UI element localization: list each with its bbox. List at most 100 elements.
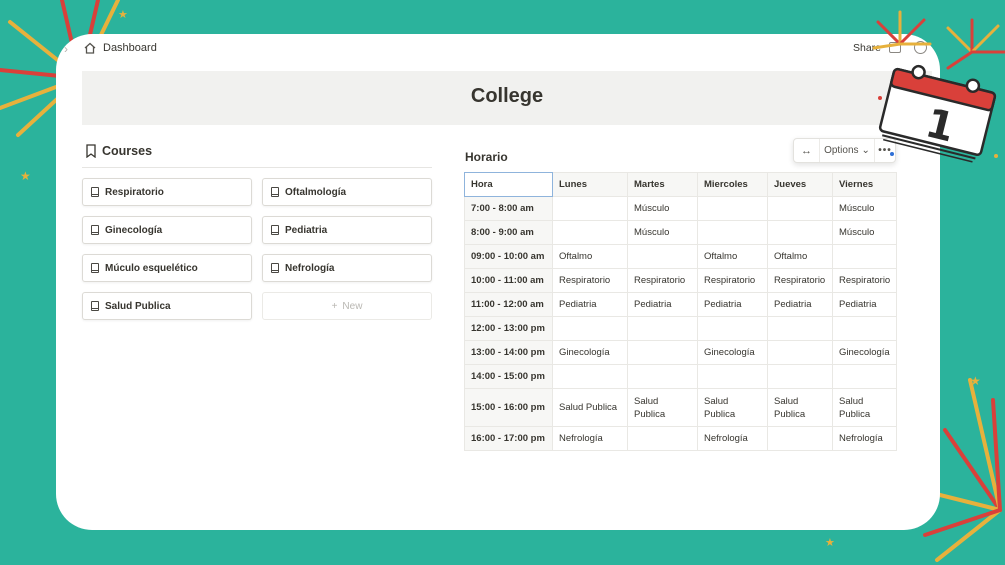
table-cell[interactable]: Respiratorio (697, 268, 768, 293)
column-header[interactable]: Hora (464, 172, 553, 197)
table-cell[interactable] (697, 220, 768, 245)
table-row: 12:00 - 13:00 pm (464, 316, 898, 341)
table-cell[interactable] (627, 426, 698, 451)
table-cell[interactable] (767, 364, 833, 389)
table-cell[interactable]: Nefrología (831, 426, 898, 451)
courses-heading: Courses (86, 144, 152, 158)
hour-cell[interactable]: 12:00 - 13:00 pm (464, 316, 553, 341)
svg-text:★: ★ (20, 169, 31, 183)
page-title: College (470, 85, 544, 107)
column-header[interactable]: Jueves (767, 172, 833, 197)
table-cell[interactable] (627, 316, 698, 341)
table-cell[interactable]: Nefrología (697, 426, 768, 451)
course-card[interactable]: Respiratorio (82, 178, 252, 206)
table-row: 14:00 - 15:00 pm (464, 364, 898, 389)
column-header[interactable]: Viernes (831, 172, 898, 197)
options-label: Options (824, 145, 859, 156)
column-header[interactable]: Lunes (552, 172, 628, 197)
table-cell[interactable]: Pediatria (627, 292, 698, 317)
hour-cell[interactable]: 8:00 - 9:00 am (464, 220, 553, 245)
table-cell[interactable] (767, 340, 833, 365)
table-cell[interactable]: Pediatria (697, 292, 768, 317)
table-cell[interactable] (627, 364, 698, 389)
hour-cell[interactable]: 16:00 - 17:00 pm (464, 426, 553, 451)
home-icon (84, 42, 96, 54)
table-cell[interactable]: Ginecología (831, 340, 898, 365)
table-cell[interactable] (627, 340, 698, 365)
table-row: 7:00 - 8:00 am Músculo Músculo (464, 196, 898, 221)
table-cell[interactable]: Salud Publica (831, 388, 898, 427)
hour-cell[interactable]: 09:00 - 10:00 am (464, 244, 553, 269)
table-cell[interactable]: Ginecología (552, 340, 628, 365)
table-cell[interactable] (552, 364, 628, 389)
back-arrow-icon[interactable]: › (64, 42, 68, 56)
table-cell[interactable]: Músculo (627, 220, 698, 245)
table-cell[interactable] (697, 316, 768, 341)
more-options-icon[interactable]: ••• (875, 139, 895, 162)
column-header[interactable]: Miercoles (697, 172, 768, 197)
hour-cell[interactable]: 7:00 - 8:00 am (464, 196, 553, 221)
bookmark-icon (86, 144, 96, 158)
table-cell[interactable] (831, 316, 898, 341)
table-cell[interactable] (767, 316, 833, 341)
table-cell[interactable] (767, 220, 833, 245)
table-cell[interactable]: Respiratorio (767, 268, 833, 293)
table-cell[interactable]: Salud Publica (697, 388, 768, 427)
share-button[interactable]: Share (853, 42, 881, 54)
table-cell[interactable] (767, 196, 833, 221)
hour-cell[interactable]: 10:00 - 11:00 am (464, 268, 553, 293)
table-cell[interactable]: Respiratorio (627, 268, 698, 293)
course-card[interactable]: Nefrología (262, 254, 432, 282)
table-cell[interactable]: Salud Publica (767, 388, 833, 427)
course-card-label: Respiratorio (105, 186, 164, 198)
table-cell[interactable] (552, 196, 628, 221)
course-card[interactable]: Múculo esquelético (82, 254, 252, 282)
hour-cell[interactable]: 15:00 - 16:00 pm (464, 388, 553, 427)
table-cell[interactable]: Pediatria (767, 292, 833, 317)
table-cell[interactable]: Músculo (831, 196, 898, 221)
table-row: 09:00 - 10:00 am Oftalmo Oftalmo Oftalmo (464, 244, 898, 269)
course-card[interactable]: Salud Publica (82, 292, 252, 320)
table-cell[interactable]: Músculo (831, 220, 898, 245)
options-button[interactable]: Options ⌄ (820, 139, 875, 162)
table-cell[interactable]: Salud Publica (627, 388, 698, 427)
course-card[interactable]: Ginecología (82, 216, 252, 244)
book-icon (91, 225, 99, 235)
updates-clock-icon[interactable] (914, 41, 927, 54)
table-cell[interactable]: Oftalmo (697, 244, 768, 269)
chevron-down-icon: ⌄ (861, 145, 870, 156)
table-cell[interactable]: Nefrología (552, 426, 628, 451)
table-cell[interactable] (697, 196, 768, 221)
book-icon (91, 187, 99, 197)
table-cell[interactable] (831, 244, 898, 269)
table-cell[interactable] (552, 220, 628, 245)
table-cell[interactable] (767, 426, 833, 451)
svg-text:★: ★ (825, 536, 835, 549)
table-cell[interactable] (697, 364, 768, 389)
table-cell[interactable] (552, 316, 628, 341)
table-cell[interactable]: Ginecología (697, 340, 768, 365)
new-course-button[interactable]: + New (262, 292, 432, 320)
table-cell[interactable]: Oftalmo (552, 244, 628, 269)
table-cell[interactable]: Respiratorio (552, 268, 628, 293)
table-cell[interactable]: Pediatria (552, 292, 628, 317)
hour-cell[interactable]: 13:00 - 14:00 pm (464, 340, 553, 365)
comment-icon[interactable] (889, 42, 901, 53)
svg-text:★: ★ (118, 8, 128, 21)
table-cell[interactable]: Oftalmo (767, 244, 833, 269)
swap-arrows-icon[interactable]: ↔ (794, 139, 820, 162)
table-cell[interactable]: Salud Publica (552, 388, 628, 427)
table-cell[interactable] (831, 364, 898, 389)
breadcrumb[interactable]: Dashboard (83, 41, 157, 55)
table-cell[interactable]: Pediatria (831, 292, 898, 317)
table-cell[interactable]: Respiratorio (831, 268, 898, 293)
course-card[interactable]: Pediatria (262, 216, 432, 244)
hour-cell[interactable]: 11:00 - 12:00 am (464, 292, 553, 317)
table-row: 10:00 - 11:00 am Respiratorio Respirator… (464, 268, 898, 293)
course-card[interactable]: Oftalmología (262, 178, 432, 206)
column-header[interactable]: Martes (627, 172, 698, 197)
table-cell[interactable] (627, 244, 698, 269)
hour-cell[interactable]: 14:00 - 15:00 pm (464, 364, 553, 389)
table-cell[interactable]: Músculo (627, 196, 698, 221)
course-card-label: Oftalmología (285, 186, 347, 198)
